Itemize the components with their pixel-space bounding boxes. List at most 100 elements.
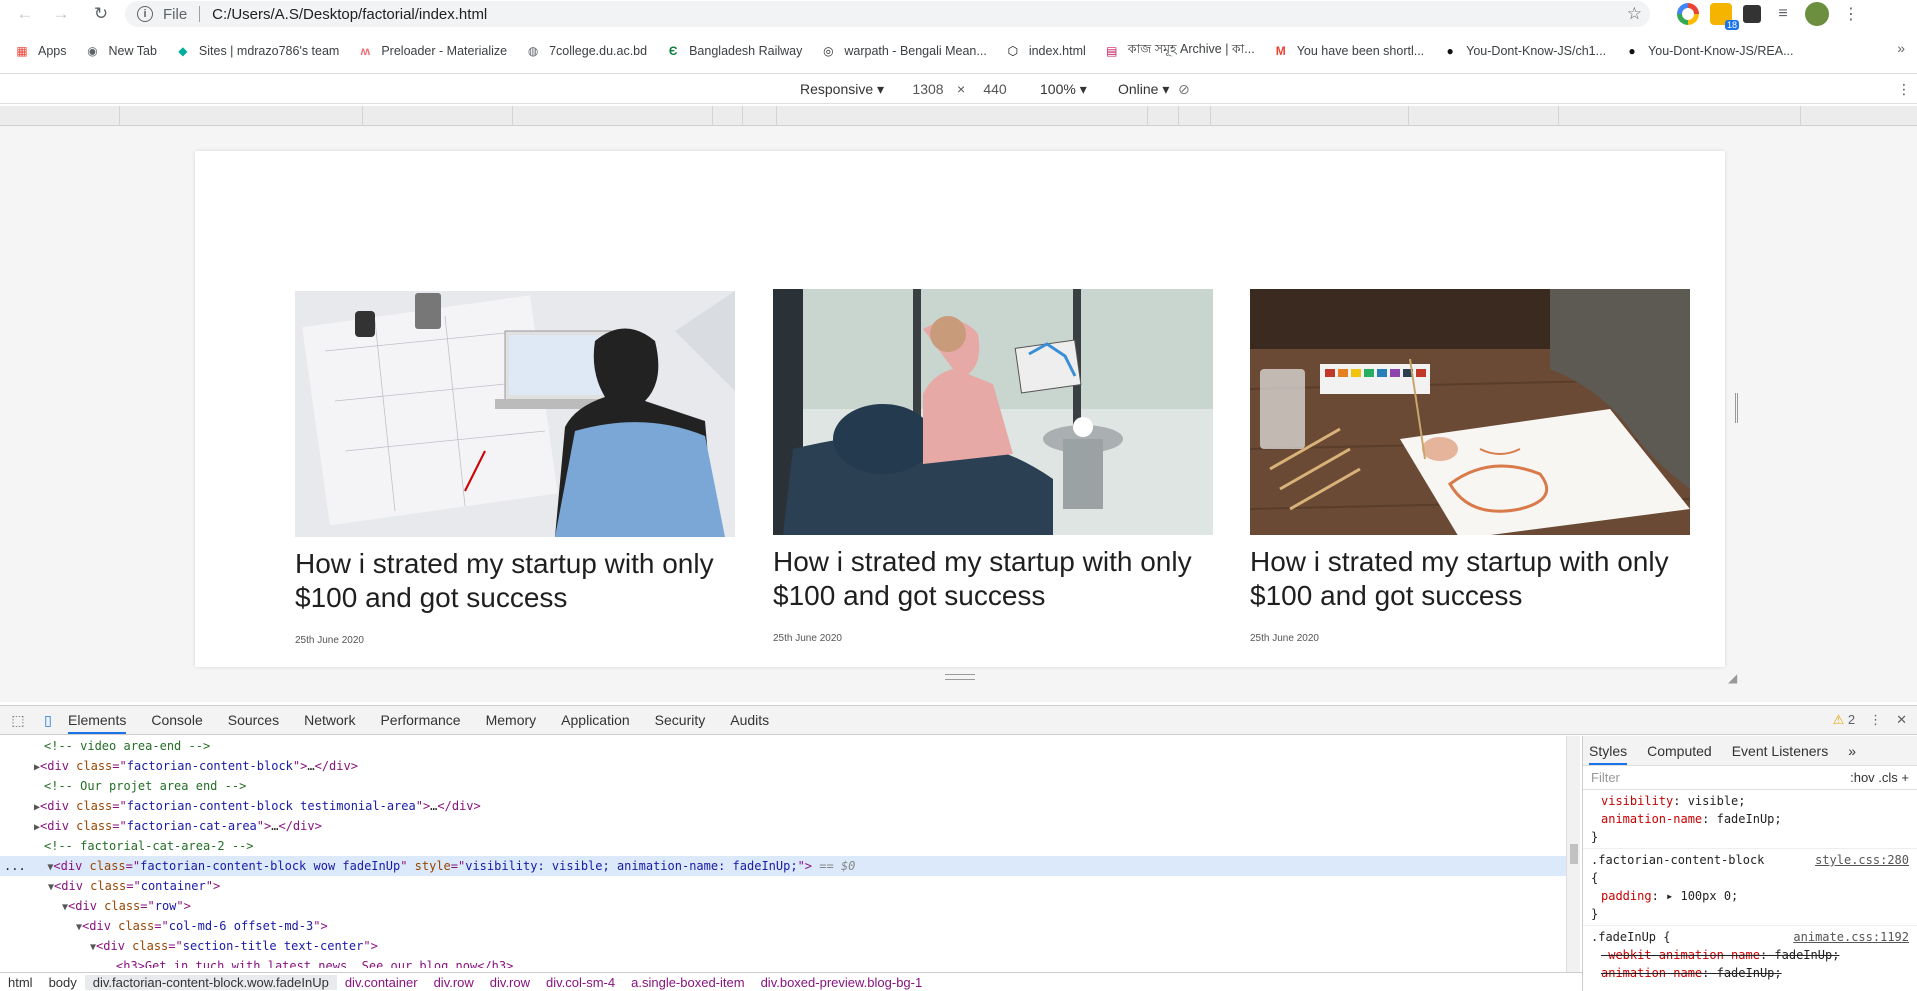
dom-node[interactable]: ▶<div class="factorian-cat-area">…</div> — [0, 816, 1566, 836]
css-selector[interactable]: .fadeInUp { — [1591, 930, 1670, 944]
more-bookmarks-icon[interactable]: » — [1897, 40, 1905, 56]
zoom-select[interactable]: 100% ▾ — [1040, 81, 1087, 98]
bookmark-railway[interactable]: Є Bangladesh Railway — [665, 43, 803, 59]
css-value[interactable]: 100px 0; — [1680, 889, 1738, 903]
tab-console[interactable]: Console — [151, 706, 202, 734]
css-property[interactable]: padding — [1601, 889, 1652, 903]
device-toggle-icon[interactable]: ▯ — [38, 710, 58, 730]
style-rule-content-block[interactable]: .factorian-content-block style.css:280 { … — [1583, 849, 1917, 926]
bookmark-apps[interactable]: ▦ Apps — [14, 43, 66, 59]
bookmark-star-icon[interactable]: ☆ — [1627, 4, 1642, 24]
extension-box-icon[interactable] — [1743, 5, 1761, 23]
url-text[interactable]: C:/Users/A.S/Desktop/factorial/index.htm… — [212, 6, 487, 23]
dom-node[interactable]: ▶<div class="factorian-content-block">…<… — [0, 756, 1566, 776]
tab-elements[interactable]: Elements — [68, 706, 127, 734]
blog-thumbnail-painting[interactable] — [1250, 289, 1690, 535]
device-options-icon[interactable]: ⋮ — [1897, 81, 1911, 98]
dom-node[interactable]: ▼<div class="container"> — [0, 876, 1566, 896]
breadcrumb-item[interactable]: body — [41, 975, 85, 990]
styles-filter[interactable]: Filter :hov .cls + — [1583, 766, 1917, 790]
address-bar[interactable]: i File C:/Users/A.S/Desktop/factorial/in… — [125, 1, 1650, 27]
node-actions-ellipsis[interactable]: ... — [4, 859, 26, 873]
css-value[interactable]: fadeInUp; — [1717, 812, 1782, 826]
breadcrumb-item[interactable]: html — [0, 975, 41, 990]
extension-calendar-icon[interactable]: 18 — [1710, 3, 1739, 30]
bookmark-codepen[interactable]: ⬡ index.html — [1005, 43, 1086, 59]
blog-card[interactable]: How i strated my startup with only $100 … — [1250, 289, 1690, 644]
dom-node[interactable]: ▼<div class="col-md-6 offset-md-3"> — [0, 916, 1566, 936]
bookmark-github-2[interactable]: ● You-Dont-Know-JS/REA... — [1624, 43, 1793, 59]
info-icon[interactable]: i — [137, 6, 153, 22]
tab-styles[interactable]: Styles — [1589, 737, 1628, 765]
dom-node[interactable]: <h3>Get in tuch with latest news. See ou… — [0, 956, 1566, 968]
warnings-counter[interactable]: ⚠ 2 — [1833, 712, 1856, 728]
more-tabs-icon[interactable]: » — [1848, 737, 1856, 765]
bookmark-materialize[interactable]: ʍ Preloader - Materialize — [357, 43, 507, 59]
menu-kebab-icon[interactable]: ⋮ — [1840, 3, 1862, 25]
dom-node[interactable]: <!-- Our projet area end --> — [0, 776, 1566, 796]
tab-sources[interactable]: Sources — [228, 706, 279, 734]
breadcrumb-item[interactable]: div.row — [482, 975, 538, 990]
breadcrumb-item[interactable]: div.row — [426, 975, 482, 990]
bookmark-gmail[interactable]: M You have been shortl... — [1273, 43, 1424, 59]
blog-thumbnail-laptop[interactable] — [295, 291, 735, 537]
tab-audits[interactable]: Audits — [730, 706, 769, 734]
rotate-icon[interactable]: ⊘ — [1178, 81, 1190, 98]
dom-node[interactable]: ▼<div class="row"> — [0, 896, 1566, 916]
breadcrumb-item-selected[interactable]: div.factorian-content-block.wow.fadeInUp — [84, 974, 337, 990]
dom-node[interactable]: <!-- factorial-cat-area-2 --> — [0, 836, 1566, 856]
dom-node[interactable]: ▶<div class="factorian-content-block tes… — [0, 796, 1566, 816]
blog-title[interactable]: How i strated my startup with only $100 … — [773, 545, 1213, 613]
tab-memory[interactable]: Memory — [486, 706, 537, 734]
blog-thumbnail-sofa[interactable] — [773, 289, 1213, 535]
viewport-width-resize-handle[interactable] — [1735, 393, 1738, 423]
tab-computed[interactable]: Computed — [1647, 737, 1712, 765]
close-devtools-icon[interactable]: ✕ — [1896, 712, 1907, 728]
css-source-link[interactable]: style.css:280 — [1815, 851, 1909, 869]
forward-arrow-icon[interactable]: → — [48, 1, 74, 27]
extension-google-icon[interactable] — [1677, 3, 1699, 25]
style-rule-fadeinup[interactable]: .fadeInUp { animate.css:1192 -webkit-anim… — [1583, 926, 1917, 984]
tab-network[interactable]: Network — [304, 706, 355, 734]
blog-title[interactable]: How i strated my startup with only $100 … — [295, 547, 735, 615]
avatar[interactable] — [1805, 2, 1829, 26]
dom-node[interactable]: ▼<div class="section-title text-center"> — [0, 936, 1566, 956]
css-property[interactable]: animation-name — [1601, 812, 1702, 826]
css-property[interactable]: animation-name — [1601, 966, 1702, 980]
bookmark-archive[interactable]: ▤ কাজ সমূহ Archive | কা... — [1104, 41, 1255, 61]
back-arrow-icon[interactable]: ← — [12, 1, 38, 27]
blog-title[interactable]: How i strated my startup with only $100 … — [1250, 545, 1690, 613]
bookmark-new-tab[interactable]: ◉ New Tab — [85, 43, 157, 59]
css-property[interactable]: visibility — [1601, 794, 1673, 808]
style-rule-inline[interactable]: visibility: visible; animation-name: fad… — [1583, 790, 1917, 849]
breadcrumb-item[interactable]: div.boxed-preview.blog-bg-1 — [753, 975, 931, 990]
css-property[interactable]: -webkit-animation-name — [1601, 948, 1760, 962]
breadcrumb-item[interactable]: div.col-sm-4 — [538, 975, 623, 990]
devtools-menu-icon[interactable]: ⋮ — [1869, 712, 1882, 728]
tab-security[interactable]: Security — [655, 706, 706, 734]
media-query-ruler[interactable] — [0, 106, 1917, 126]
bookmark-warpath[interactable]: ◎ warpath - Bengali Mean... — [820, 43, 987, 59]
bookmark-netlify[interactable]: ◆ Sites | mdrazo786's team — [175, 43, 339, 59]
blog-card[interactable]: How i strated my startup with only $100 … — [295, 291, 735, 646]
css-value[interactable]: fadeInUp; — [1774, 948, 1839, 962]
reload-icon[interactable]: ↻ — [88, 1, 114, 27]
media-queue-icon[interactable]: ≡ — [1772, 3, 1794, 25]
blog-card[interactable]: How i strated my startup with only $100 … — [773, 289, 1213, 644]
viewport-corner-resize-icon[interactable]: ◢ — [1728, 671, 1737, 685]
tab-performance[interactable]: Performance — [380, 706, 460, 734]
breadcrumb-item[interactable]: a.single-boxed-item — [623, 975, 752, 990]
css-selector[interactable]: .factorian-content-block — [1591, 853, 1764, 867]
dom-node[interactable]: <!-- video area-end --> — [0, 736, 1566, 756]
breadcrumb-item[interactable]: div.container — [337, 975, 426, 990]
bookmark-7college[interactable]: ◍ 7college.du.ac.bd — [525, 43, 647, 59]
inspect-element-icon[interactable]: ⬚ — [8, 710, 28, 730]
viewport-width-input[interactable]: 1308 — [900, 79, 956, 99]
elements-scrollbar[interactable] — [1566, 736, 1580, 972]
viewport-height-resize-handle[interactable] — [945, 674, 975, 680]
css-value[interactable]: fadeInUp; — [1717, 966, 1782, 980]
css-source-link[interactable]: animate.css:1192 — [1793, 928, 1909, 946]
bookmark-github-1[interactable]: ● You-Dont-Know-JS/ch1... — [1442, 43, 1607, 59]
viewport-height-input[interactable]: 440 — [967, 79, 1023, 99]
scrollbar-thumb[interactable] — [1570, 844, 1578, 864]
